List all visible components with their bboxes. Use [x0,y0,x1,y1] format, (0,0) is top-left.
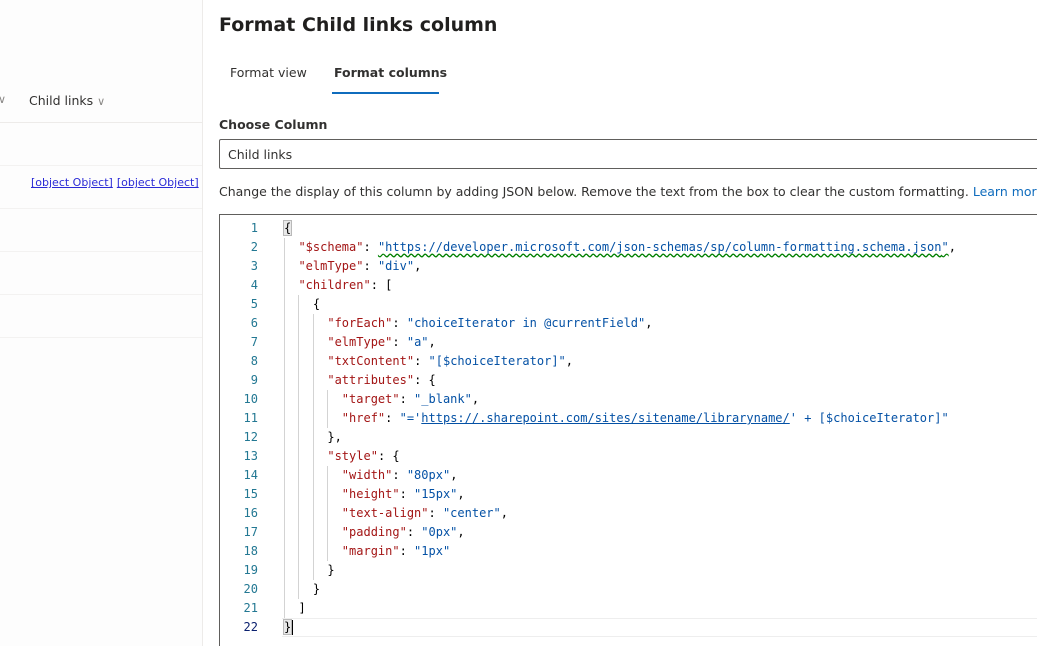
code-line[interactable]: 2 "$schema": "https://developer.microsof… [220,238,1037,257]
list-row[interactable] [0,252,202,295]
code-text: "forEach": "choiceIterator in @currentFi… [327,316,653,330]
learn-more-link[interactable]: Learn more [973,184,1037,199]
line-number: 12 [243,430,258,444]
code-text: "children": [ [298,278,393,292]
line-number: 4 [250,278,258,292]
code-line[interactable]: 11 "href": "='https://.sharepoint.com/si… [220,409,1037,428]
choose-column-label: Choose Column [219,117,328,132]
code-line[interactable]: 10 "target": "_blank", [220,390,1037,409]
line-number: 1 [250,221,258,235]
line-number: 20 [243,582,258,596]
indent-guide [327,390,329,428]
code-text: "txtContent": "[$choiceIterator]", [327,354,574,368]
child-links-cell: [object Object][object Object][o [31,176,202,189]
code-line[interactable]: 3 "elmType": "div", [220,257,1037,276]
line-number: 22 [243,620,258,634]
code-line[interactable]: 1{ [220,219,1037,238]
line-number: 9 [250,373,258,387]
code-line[interactable]: 12 }, [220,428,1037,447]
choose-column-dropdown[interactable]: Child links [219,139,1037,169]
tab-format-columns[interactable]: Format columns [334,65,447,80]
code-text: "attributes": { [327,373,436,387]
code-text: "elmType": "div", [298,259,422,273]
code-text: } [282,619,294,635]
column-header-label: Child links [29,93,94,108]
chevron-down-icon[interactable]: ∨ [97,95,105,108]
line-number: 15 [243,487,258,501]
child-link[interactable]: [object Object] [117,176,199,189]
code-line[interactable]: 5 { [220,295,1037,314]
code-text: "$schema": "https://developer.microsoft.… [298,240,956,254]
indent-guide [298,295,300,599]
line-number: 18 [243,544,258,558]
line-number: 21 [243,601,258,615]
list-view: ∨ Child links∨ [object Object][object Ob… [0,0,203,646]
indent-guide [327,466,329,561]
code-line[interactable]: 16 "text-align": "center", [220,504,1037,523]
indent-guide [284,238,285,618]
description-text: Change the display of this column by add… [219,184,1037,199]
code-line[interactable]: 6 "forEach": "choiceIterator in @current… [220,314,1037,333]
code-text: } [284,582,321,596]
line-number: 6 [250,316,258,330]
line-number: 19 [243,563,258,577]
code-text: "width": "80px", [341,468,458,482]
line-number: 7 [250,335,258,349]
list-row[interactable] [0,295,202,338]
code-text: } [284,563,335,577]
code-text: "style": { [327,449,400,463]
list-row[interactable] [0,209,202,252]
tab-format-view[interactable]: Format view [230,65,307,80]
chevron-down-icon[interactable]: ∨ [0,93,6,106]
line-number: 5 [250,297,258,311]
code-text: "href": "='https://.sharepoint.com/sites… [341,411,949,425]
line-number: 14 [243,468,258,482]
line-number: 11 [243,411,258,425]
code-line[interactable]: 22} [220,618,1037,637]
code-line[interactable]: 7 "elmType": "a", [220,333,1037,352]
line-number: 2 [250,240,258,254]
line-number: 8 [250,354,258,368]
child-link[interactable]: [object Object] [31,176,113,189]
code-line[interactable]: 8 "txtContent": "[$choiceIterator]", [220,352,1037,371]
active-tab-indicator [332,92,439,94]
code-text: ] [284,601,306,615]
line-number: 10 [243,392,258,406]
code-text: "text-align": "center", [341,506,508,520]
list-row[interactable] [0,123,202,166]
json-code-editor[interactable]: 1{2 "$schema": "https://developer.micros… [219,214,1037,646]
column-header-child-links[interactable]: ∨ Child links∨ [0,82,202,123]
line-number: 13 [243,449,258,463]
code-text: "padding": "0px", [341,525,465,539]
indent-guide [312,314,314,580]
code-line[interactable]: 14 "width": "80px", [220,466,1037,485]
code-line[interactable]: 17 "padding": "0px", [220,523,1037,542]
code-line[interactable]: 9 "attributes": { [220,371,1037,390]
line-number: 17 [243,525,258,539]
code-line[interactable]: 19 } [220,561,1037,580]
code-text: { [282,220,293,236]
code-text: { [284,297,321,311]
line-number: 16 [243,506,258,520]
list-row[interactable]: [object Object][object Object][o [0,166,202,209]
code-line[interactable]: 15 "height": "15px", [220,485,1037,504]
format-column-panel: Format Child links column Format view Fo… [203,0,1037,646]
code-line[interactable]: 13 "style": { [220,447,1037,466]
code-line[interactable]: 21 ] [220,599,1037,618]
text-cursor [291,620,294,635]
code-text: "margin": "1px" [341,544,451,558]
code-text: "elmType": "a", [327,335,436,349]
code-line[interactable]: 20 } [220,580,1037,599]
code-text: "height": "15px", [341,487,465,501]
line-number: 3 [250,259,258,273]
code-line[interactable]: 4 "children": [ [220,276,1037,295]
panel-title: Format Child links column [219,14,498,36]
code-line[interactable]: 18 "margin": "1px" [220,542,1037,561]
